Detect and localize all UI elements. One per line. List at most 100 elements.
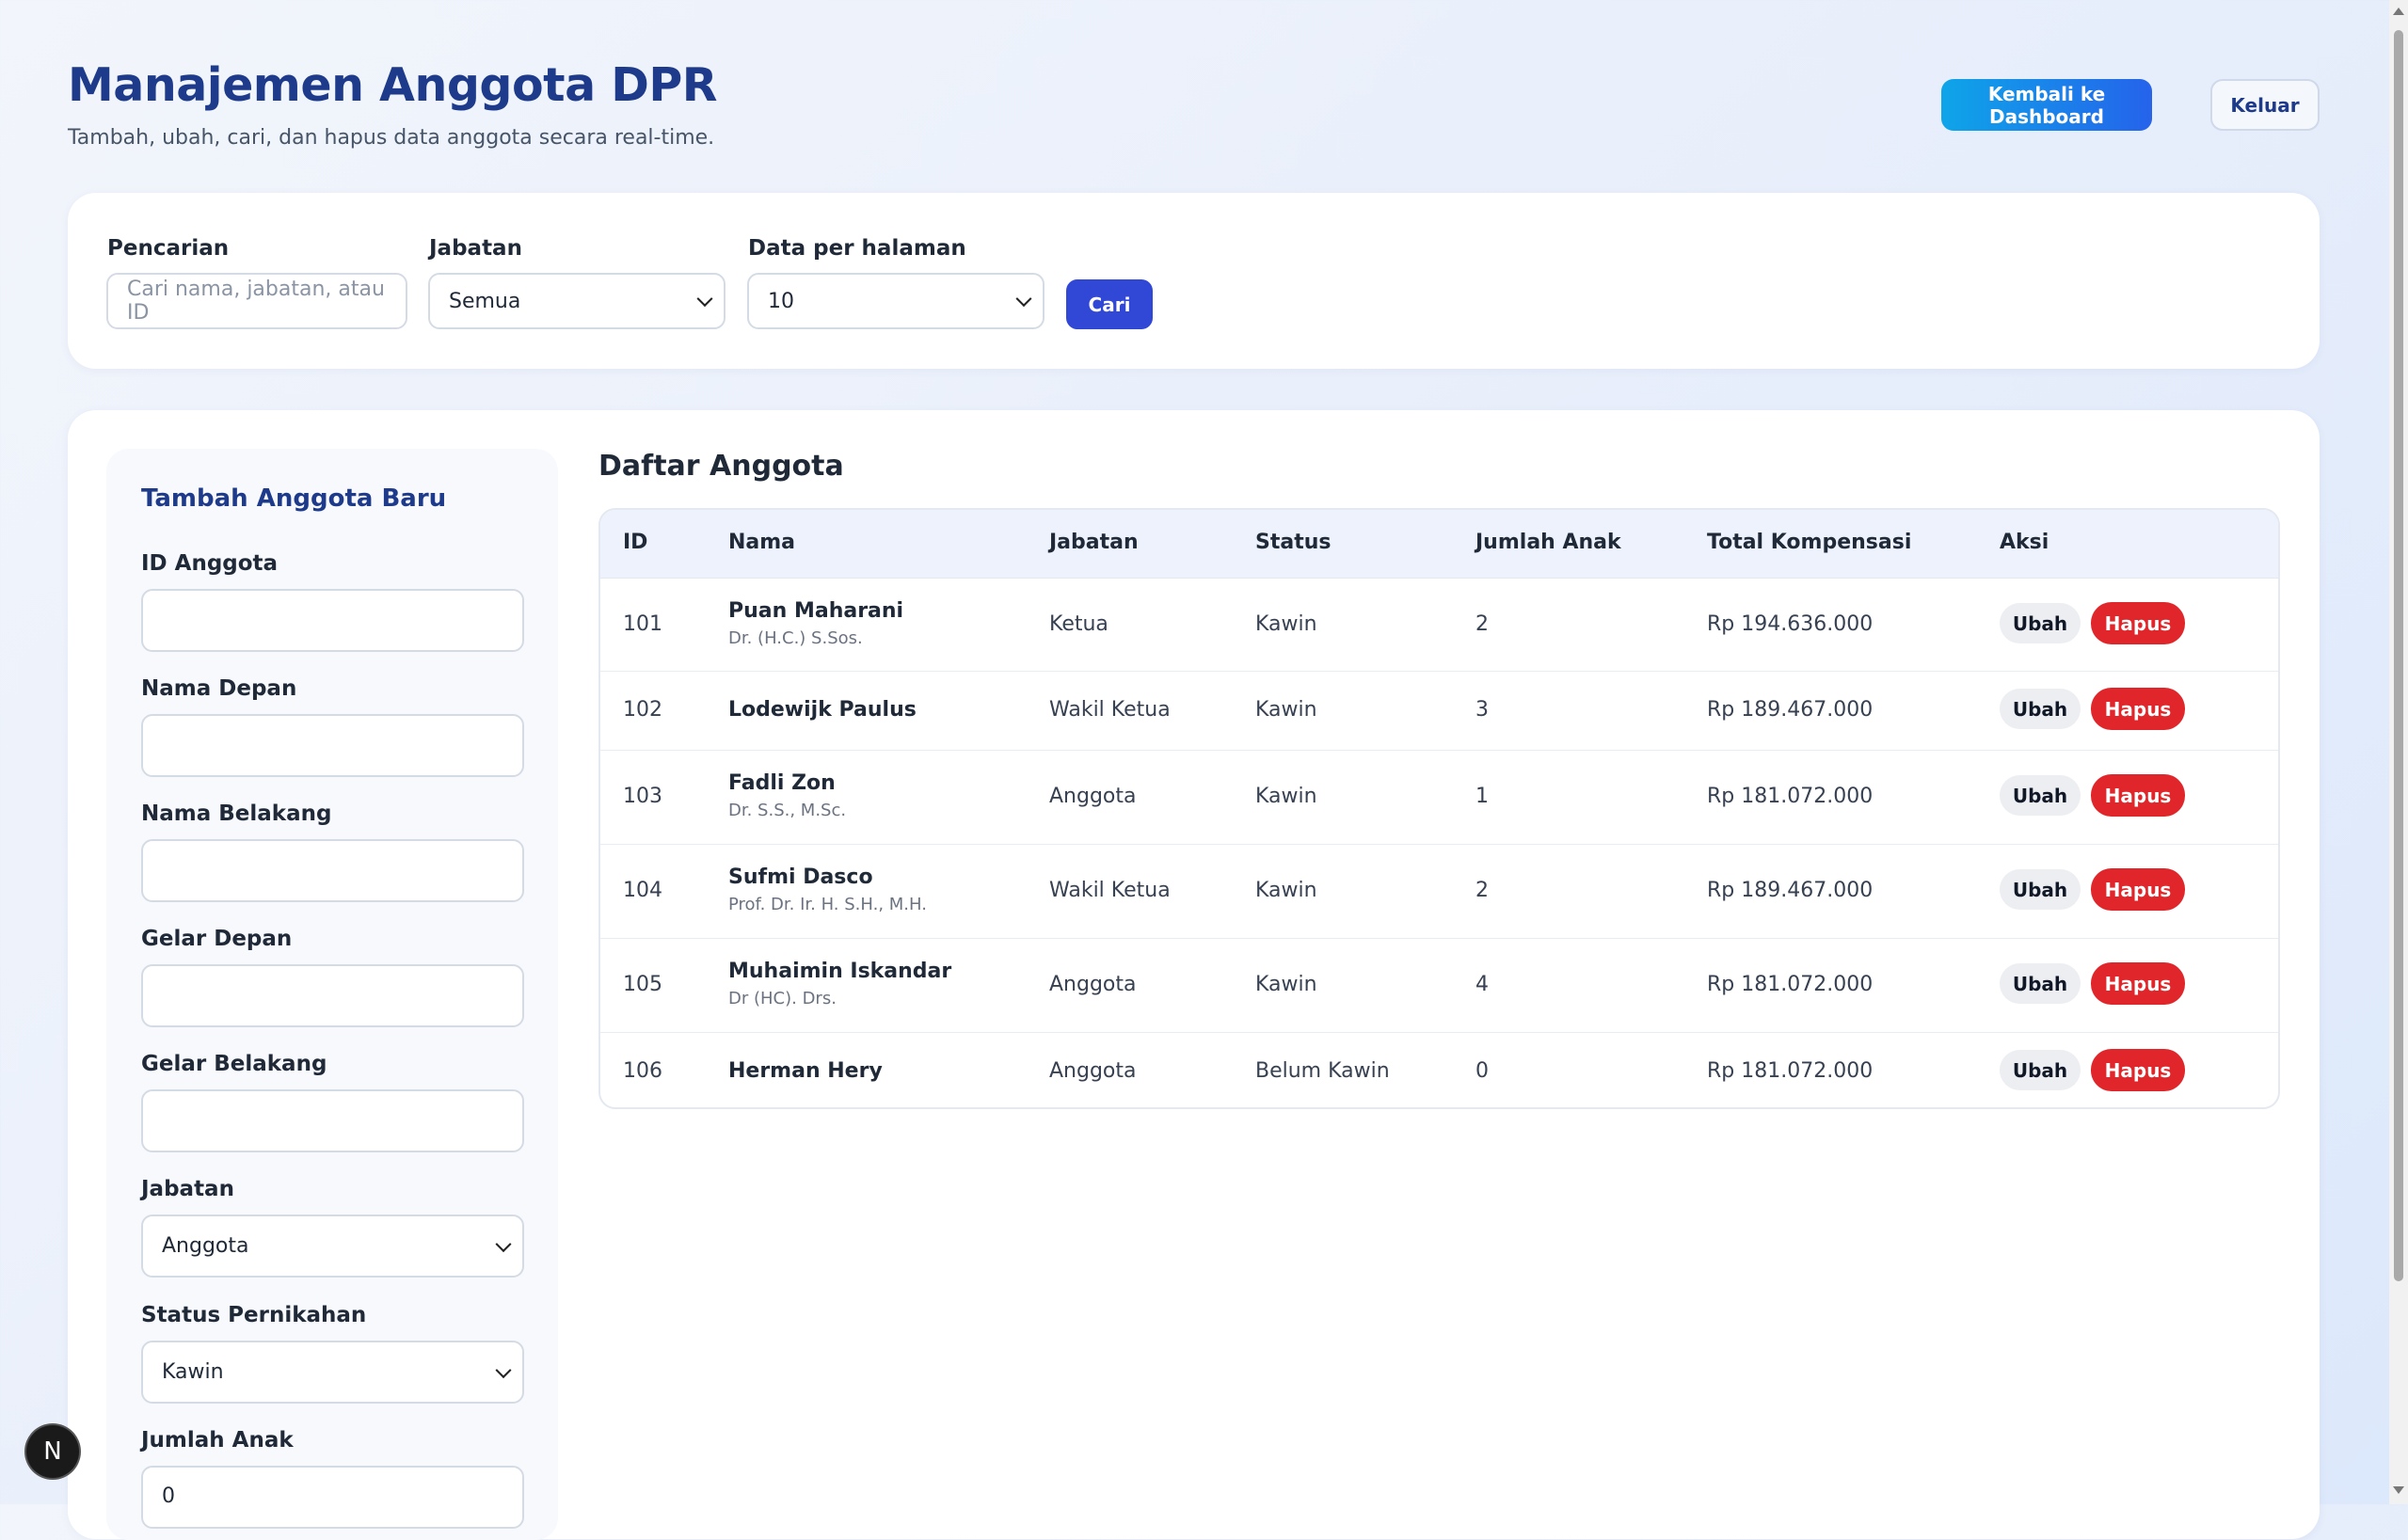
page-scrollbar[interactable] <box>2389 0 2408 1504</box>
marital-status-value: Kawin <box>162 1360 224 1384</box>
marital-status-select[interactable]: Kawin <box>141 1341 524 1404</box>
search-placeholder: Cari nama, jabatan, atau ID <box>127 278 385 325</box>
delete-button[interactable]: Hapus <box>2091 962 2185 1005</box>
chevron-down-icon <box>495 1235 512 1252</box>
cell-compensation: Rp 189.467.000 <box>1707 698 1874 722</box>
cell-position: Ketua <box>1049 612 1108 636</box>
delete-button[interactable]: Hapus <box>2091 688 2185 730</box>
cell-position: Anggota <box>1049 785 1137 808</box>
first-name-label: Nama Depan <box>141 676 297 701</box>
cell-status: Kawin <box>1255 785 1317 808</box>
id-label: ID Anggota <box>141 551 279 576</box>
cell-id: 102 <box>623 698 662 722</box>
children-value: 0 <box>162 1484 175 1508</box>
search-button[interactable]: Cari <box>1066 279 1153 329</box>
cell-children: 1 <box>1475 785 1489 808</box>
children-input[interactable]: 0 <box>141 1466 524 1529</box>
cell-academic-title: Dr. S.S., M.Sc. <box>728 801 847 820</box>
delete-button[interactable]: Hapus <box>2091 602 2185 644</box>
per-page-label: Data per halaman <box>748 236 966 261</box>
chevron-down-icon <box>696 291 713 308</box>
first-name-input[interactable] <box>141 714 524 777</box>
edit-button[interactable]: Ubah <box>2000 869 2081 910</box>
cell-children: 0 <box>1475 1059 1489 1083</box>
cell-status: Kawin <box>1255 973 1317 996</box>
table-row: 103 Fadli Zon Dr. S.S., M.Sc. Anggota Ka… <box>600 750 2278 845</box>
table-row: 106 Herman Hery Anggota Belum Kawin 0 Rp… <box>600 1032 2278 1107</box>
table-header: ID Nama Jabatan Status Jumlah Anak Total… <box>600 510 2278 579</box>
header-id: ID <box>623 531 648 554</box>
form-title: Tambah Anggota Baru <box>141 484 447 513</box>
position-filter-label: Jabatan <box>429 236 522 261</box>
badge-letter: N <box>43 1437 62 1466</box>
position-filter-value: Semua <box>449 289 521 313</box>
cell-name: Puan Maharani <box>728 599 904 623</box>
scroll-up-arrow-icon[interactable] <box>2393 8 2404 15</box>
per-page-value: 10 <box>768 289 794 313</box>
front-title-input[interactable] <box>141 964 524 1027</box>
cell-name: Herman Hery <box>728 1059 883 1083</box>
header-position: Jabatan <box>1049 531 1139 554</box>
back-title-input[interactable] <box>141 1089 524 1152</box>
table-row: 104 Sufmi Dasco Prof. Dr. Ir. H. S.H., M… <box>600 844 2278 939</box>
cell-id: 101 <box>623 612 662 636</box>
cell-compensation: Rp 194.636.000 <box>1707 612 1874 636</box>
logout-button[interactable]: Keluar <box>2210 79 2320 131</box>
edit-button[interactable]: Ubah <box>2000 603 2081 643</box>
back-title-label: Gelar Belakang <box>141 1052 327 1076</box>
scrollbar-thumb[interactable] <box>2394 30 2403 1281</box>
member-table: ID Nama Jabatan Status Jumlah Anak Total… <box>598 508 2280 1109</box>
cell-id: 104 <box>623 879 662 902</box>
edit-button[interactable]: Ubah <box>2000 775 2081 816</box>
dev-tools-badge[interactable]: N <box>26 1425 79 1478</box>
header-actions: Aksi <box>2000 531 2049 554</box>
search-input[interactable]: Cari nama, jabatan, atau ID <box>106 273 407 329</box>
cell-academic-title: Prof. Dr. Ir. H. S.H., M.H. <box>728 895 927 914</box>
cell-compensation: Rp 181.072.000 <box>1707 973 1874 996</box>
cell-id: 103 <box>623 785 662 808</box>
cell-name: Lodewijk Paulus <box>728 698 917 722</box>
cell-compensation: Rp 189.467.000 <box>1707 879 1874 902</box>
cell-id: 105 <box>623 973 662 996</box>
per-page-select[interactable]: 10 <box>747 273 1045 329</box>
edit-button[interactable]: Ubah <box>2000 1050 2081 1090</box>
front-title-label: Gelar Depan <box>141 927 293 951</box>
table-row: 101 Puan Maharani Dr. (H.C.) S.Sos. Ketu… <box>600 578 2278 672</box>
cell-id: 106 <box>623 1059 662 1083</box>
cell-name: Muhaimin Iskandar <box>728 960 952 983</box>
table-row: 102 Lodewijk Paulus Wakil Ketua Kawin 3 … <box>600 671 2278 751</box>
header-compensation: Total Kompensasi <box>1707 531 1912 554</box>
cell-children: 2 <box>1475 612 1489 636</box>
cell-status: Kawin <box>1255 879 1317 902</box>
form-position-select[interactable]: Anggota <box>141 1215 524 1278</box>
back-to-dashboard-button[interactable]: Kembali ke Dashboard <box>1941 79 2152 131</box>
last-name-label: Nama Belakang <box>141 802 332 826</box>
cell-children: 2 <box>1475 879 1489 902</box>
cell-name: Sufmi Dasco <box>728 865 873 889</box>
cell-position: Wakil Ketua <box>1049 879 1171 902</box>
header-status: Status <box>1255 531 1332 554</box>
children-label: Jumlah Anak <box>141 1428 294 1453</box>
position-filter-select[interactable]: Semua <box>428 273 726 329</box>
header-name: Nama <box>728 531 796 554</box>
cell-children: 4 <box>1475 973 1489 996</box>
delete-button[interactable]: Hapus <box>2091 774 2185 817</box>
edit-button[interactable]: Ubah <box>2000 963 2081 1004</box>
table-row: 105 Muhaimin Iskandar Dr (HC). Drs. Angg… <box>600 938 2278 1033</box>
scroll-down-arrow-icon[interactable] <box>2393 1486 2404 1494</box>
header-children: Jumlah Anak <box>1475 531 1621 554</box>
cell-name: Fadli Zon <box>728 771 836 795</box>
delete-button[interactable]: Hapus <box>2091 1049 2185 1091</box>
id-input[interactable] <box>141 589 524 652</box>
cell-position: Anggota <box>1049 973 1137 996</box>
marital-status-label: Status Pernikahan <box>141 1303 367 1327</box>
cell-children: 3 <box>1475 698 1489 722</box>
page-subtitle: Tambah, ubah, cari, dan hapus data anggo… <box>68 126 715 150</box>
last-name-input[interactable] <box>141 839 524 902</box>
cell-status: Kawin <box>1255 612 1317 636</box>
edit-button[interactable]: Ubah <box>2000 689 2081 729</box>
cell-compensation: Rp 181.072.000 <box>1707 1059 1874 1083</box>
cell-academic-title: Dr. (H.C.) S.Sos. <box>728 628 863 648</box>
delete-button[interactable]: Hapus <box>2091 868 2185 911</box>
form-position-value: Anggota <box>162 1234 249 1258</box>
